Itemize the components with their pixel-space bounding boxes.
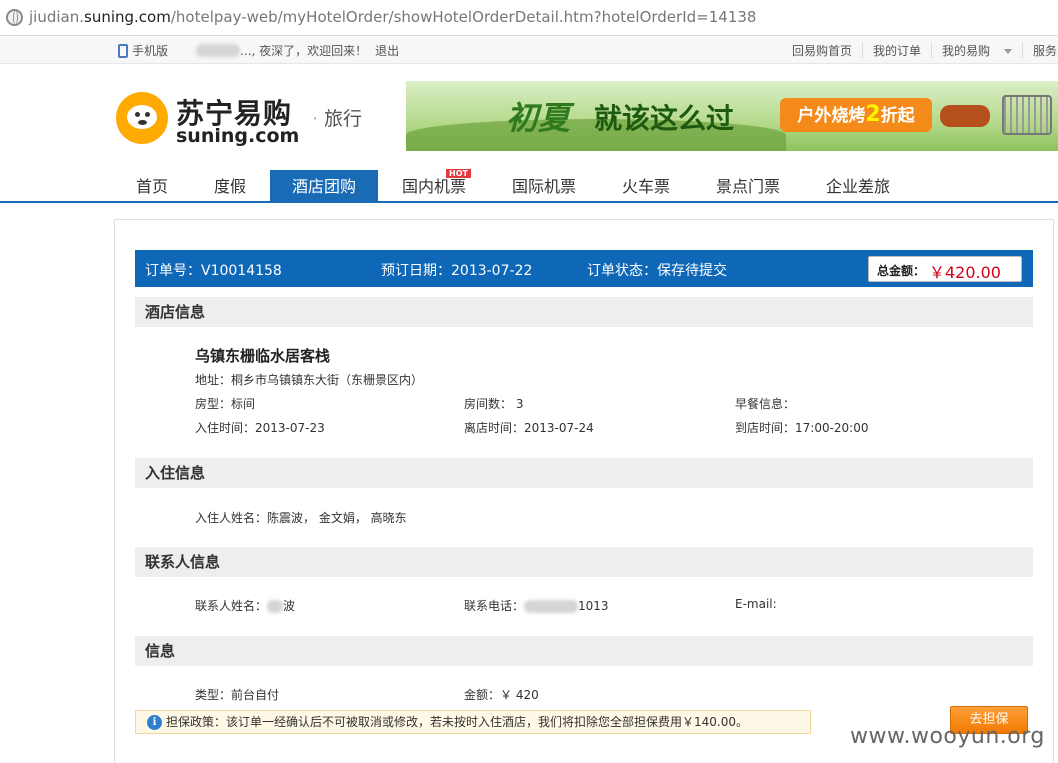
section-payment-info: 信息 xyxy=(135,636,1033,666)
nav-domestic-flights[interactable]: 国内机票 HOT xyxy=(390,169,478,203)
phone-icon xyxy=(118,43,128,58)
globe-icon xyxy=(6,9,23,26)
nav-domestic-flights-label: 国内机票 xyxy=(401,177,466,196)
info-icon: i xyxy=(147,715,162,730)
breakfast-info: 早餐信息： xyxy=(735,397,796,411)
payment-type: 类型：前台自付 xyxy=(195,688,280,702)
promo-post: 折起 xyxy=(880,106,915,126)
hotel-address: 地址：桐乡市乌镇镇东大街（东栅景区内） xyxy=(195,373,424,387)
arrival-time: 到店时间：17:00-20:00 xyxy=(735,421,869,435)
nav-vacation[interactable]: 度假 xyxy=(196,170,264,203)
welcome-text: ..., 夜深了，欢迎回来！ xyxy=(240,44,368,58)
section-contact-info: 联系人信息 xyxy=(135,547,1033,577)
nav-business-travel[interactable]: 企业差旅 xyxy=(814,170,902,203)
total-label: 总金额： xyxy=(877,264,926,278)
order-status: 订单状态：保存待提交 xyxy=(587,263,727,279)
promo-num: 2 xyxy=(865,102,881,127)
logo[interactable]: 苏宁易购 suning.com · 旅行 xyxy=(116,92,376,152)
payment-amount: 金额：￥ 420 xyxy=(464,688,539,702)
mobile-link[interactable]: 手机版 xyxy=(118,42,168,59)
banner-chu: 初夏 xyxy=(506,99,571,137)
nav-hotel-group[interactable]: 酒店团购 xyxy=(270,170,378,203)
kebab-image xyxy=(940,105,990,127)
address-bar[interactable]: jiudian.suning.com/hotelpay-web/myHotelO… xyxy=(0,0,1058,36)
chevron-down-icon xyxy=(1004,49,1013,54)
mobile-label: 手机版 xyxy=(132,44,169,58)
total-value: ￥420.00 xyxy=(929,263,1001,282)
welcome-message: ..., 夜深了，欢迎回来！ 退出 xyxy=(196,42,399,59)
my-orders-link[interactable]: 我的订单 xyxy=(862,42,931,59)
logo-travel: · 旅行 xyxy=(312,108,363,130)
order-date: 预订日期：2013-07-22 xyxy=(381,263,533,279)
banner-promo: 户外烧烤2折起 xyxy=(780,98,932,132)
logo-english: suning.com xyxy=(176,125,300,147)
room-type: 房型：标间 xyxy=(195,397,256,411)
url-text[interactable]: jiudian.suning.com/hotelpay-web/myHotelO… xyxy=(29,8,756,26)
url-prefix: jiudian. xyxy=(29,8,84,26)
grill-image xyxy=(1002,95,1052,135)
blurred-username xyxy=(196,44,240,57)
banner-slogan: 就该这么过 xyxy=(594,102,735,135)
main-nav: 首页 度假 酒店团购 国内机票 HOT 国际机票 火车票 景点门票 企业差旅 xyxy=(0,169,1058,203)
top-bar: 手机版 ..., 夜深了，欢迎回来！ 退出 回易购首页 我的订单 我的易购 服务… xyxy=(0,37,1058,64)
guarantee-policy-text: 担保政策：该订单一经确认后不可被取消或修改，若未按时入住酒店，我们将扣除您全部担… xyxy=(166,715,748,729)
hot-badge: HOT xyxy=(446,169,471,178)
watermark: www.wooyun.org xyxy=(850,724,1045,749)
home-link[interactable]: 回易购首页 xyxy=(792,42,862,59)
my-suning-link[interactable]: 我的易购 xyxy=(931,42,1022,59)
guarantee-policy-tip: i 担保政策：该订单一经确认后不可被取消或修改，若未按时入住酒店，我们将扣除您全… xyxy=(135,710,811,734)
url-path: /hotelpay-web/myHotelOrder/showHotelOrde… xyxy=(170,8,757,26)
lion-mascot-icon xyxy=(116,92,168,144)
checkin-time: 入住时间：2013-07-23 xyxy=(195,421,325,435)
order-number: 订单号：V10014158 xyxy=(145,263,282,279)
promo-banner[interactable]: 初夏 就该这么过 户外烧烤2折起 xyxy=(406,81,1058,151)
my-suning-label: 我的易购 xyxy=(942,44,991,58)
url-domain: suning.com xyxy=(84,8,171,26)
order-summary-bar: 订单号：V10014158 预订日期：2013-07-22 订单状态：保存待提交… xyxy=(135,250,1033,287)
room-count: 房间数： 3 xyxy=(464,397,524,411)
contact-name: 联系人姓名：波 xyxy=(195,599,296,613)
checkout-time: 离店时间：2013-07-24 xyxy=(464,421,594,435)
nav-tickets[interactable]: 景点门票 xyxy=(704,170,792,203)
contact-email: E-mail: xyxy=(735,597,777,611)
logo-sub-label: 旅行 xyxy=(324,108,363,130)
hotel-name: 乌镇东栅临水居客栈 xyxy=(195,347,331,365)
contact-phone: 联系电话： 1013 xyxy=(464,599,609,613)
nav-intl-flights[interactable]: 国际机票 xyxy=(500,170,588,203)
service-link[interactable]: 服务中 xyxy=(1022,42,1058,59)
section-guest-info: 入住信息 xyxy=(135,458,1033,488)
nav-home[interactable]: 首页 xyxy=(118,170,186,203)
nav-train[interactable]: 火车票 xyxy=(610,170,682,203)
section-hotel-info: 酒店信息 xyxy=(135,297,1033,327)
top-links: 回易购首页 我的订单 我的易购 服务中 xyxy=(792,42,1058,59)
total-amount-box: 总金额： ￥420.00 xyxy=(868,256,1022,282)
promo-pre: 户外烧烤 xyxy=(797,106,866,126)
guest-names: 入住人姓名：陈震波， 金文娟， 高晓东 xyxy=(195,511,407,525)
logout-link[interactable]: 退出 xyxy=(375,42,399,59)
